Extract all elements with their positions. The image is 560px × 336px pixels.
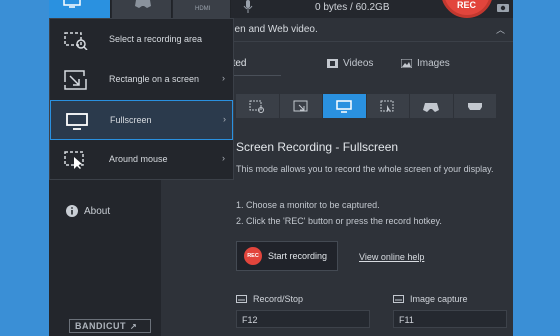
submenu-arrow-icon: › [223,114,226,124]
hdmi-mode-tab[interactable]: HDMI [173,0,231,18]
tab-images-label: Images [417,58,450,69]
instruction-steps: 1. Choose a monitor to be captured. 2. C… [236,197,442,229]
gamepad-icon [135,0,151,8]
mode-rectangle-button[interactable] [279,94,322,118]
tab-videos[interactable]: Videos [327,58,373,69]
submenu-arrow-icon: › [222,153,225,163]
sidebar-item-about[interactable]: About [66,205,110,217]
around-mouse-icon [380,100,394,112]
hotkey-image-capture-label: Image capture [410,294,468,304]
around-mouse-icon [64,151,84,169]
tab-videos-label: Videos [343,58,374,69]
step-2: 2. Click the 'REC' button or press the r… [236,216,442,226]
section-title: Screen Recording - Fullscreen [236,140,399,154]
mode-select-area-button[interactable] [236,94,279,118]
top-bar: HDMI 0 bytes / 60.2GB REC [49,0,513,18]
mode-around-mouse-button[interactable] [366,94,409,118]
monitor-icon [63,0,81,8]
rec-badge-icon: REC [244,247,262,265]
storage-status: 0 bytes / 60.2GB [315,2,390,13]
header-text: een and Web video. [229,24,318,35]
menu-item-select-area-label: Select a recording area [109,34,203,44]
film-icon [327,59,338,68]
bandicut-link[interactable]: BANDICUT ↗ [69,319,151,333]
game-mode-tab[interactable] [112,0,172,18]
hotkey-image-capture-field[interactable]: F11 [393,310,507,328]
menu-item-around-mouse-label: Around mouse [109,154,168,164]
rec-button[interactable]: REC [441,0,493,18]
info-icon [66,205,78,217]
mode-dropdown-tab[interactable] [49,0,111,18]
keyboard-icon [236,295,247,303]
menu-item-around-mouse[interactable]: Around mouse › [50,140,233,180]
rec-badge-label: REC [247,253,259,259]
section-description: This mode allows you to record the whole… [236,164,494,174]
view-online-help-link[interactable]: View online help [359,252,424,262]
start-recording-label: Start recording [268,251,328,261]
rectangle-arrow-icon [64,70,87,90]
screenshot-camera-icon[interactable] [497,0,509,12]
microphone-icon[interactable] [242,0,254,14]
hotkey-record-stop: Record/Stop [236,294,303,304]
hotkey-record-stop-label: Record/Stop [253,294,304,304]
menu-item-select-area[interactable]: Select a recording area [50,20,233,60]
image-icon [401,59,412,68]
submenu-arrow-icon: › [222,73,225,83]
menu-item-rectangle-label: Rectangle on a screen [109,74,200,84]
keyboard-icon [393,295,404,303]
rectangle-icon [293,100,308,111]
fullscreen-monitor-icon [336,99,352,113]
start-recording-button[interactable]: REC Start recording [236,241,338,271]
mode-game-button[interactable] [410,94,453,118]
tab-images[interactable]: Images [401,58,450,69]
gamepad-icon [423,102,440,112]
step-1: 1. Choose a monitor to be captured. [236,200,380,210]
mode-fullscreen-button[interactable] [323,94,366,118]
hdmi-icon [467,102,482,110]
mode-hdmi-button[interactable] [453,94,496,118]
hdmi-tab-label: HDMI [195,6,211,12]
chevron-up-icon[interactable]: ︿ [496,23,505,36]
sidebar-item-about-label: About [84,205,111,217]
rec-button-label: REC [457,0,477,10]
recording-mode-menu: Select a recording area Rectangle on a s… [49,18,234,180]
hotkey-image-capture: Image capture [393,294,468,304]
bandicut-label: BANDICUT [75,321,126,331]
select-area-icon [64,32,88,50]
menu-item-fullscreen-label: Fullscreen [110,115,152,125]
monitor-icon [66,113,88,130]
menu-item-fullscreen[interactable]: Fullscreen › [50,100,233,140]
hotkey-record-stop-field[interactable]: F12 [236,310,370,328]
menu-item-rectangle[interactable]: Rectangle on a screen › [50,60,233,100]
select-area-icon [249,100,265,113]
external-link-icon: ↗ [130,321,138,331]
recording-mode-bar [236,94,496,118]
